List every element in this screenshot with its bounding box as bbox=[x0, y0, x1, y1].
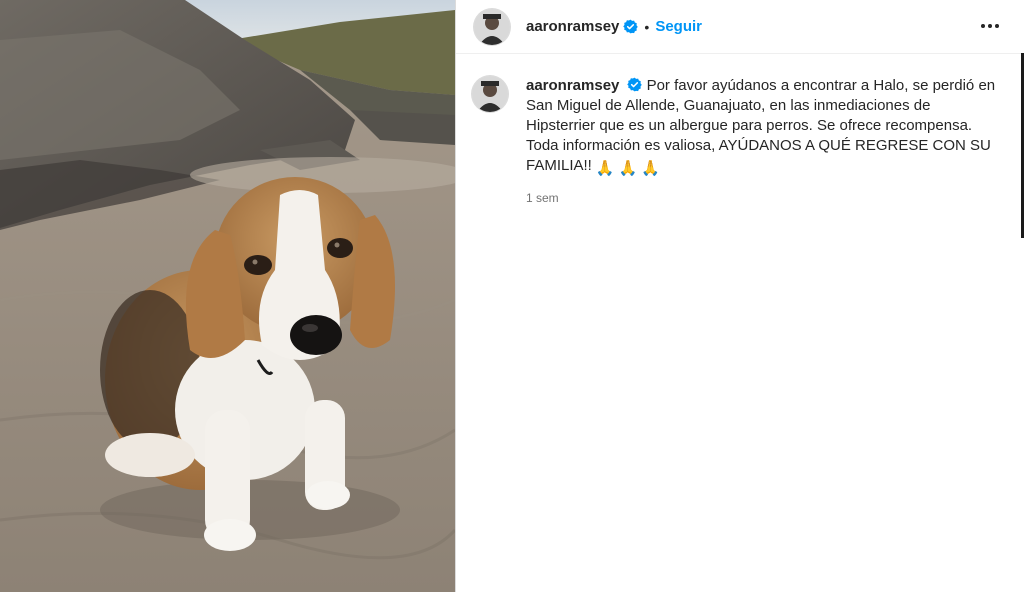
avatar[interactable] bbox=[474, 8, 510, 45]
caption-username[interactable]: aaronramsey bbox=[526, 77, 619, 94]
separator-dot: • bbox=[644, 18, 650, 35]
follow-button[interactable]: Seguir bbox=[655, 18, 702, 35]
praying-hands-emoji: 🙏 bbox=[641, 160, 660, 177]
post-photo[interactable] bbox=[0, 0, 455, 592]
header-username[interactable]: aaronramsey bbox=[526, 18, 619, 35]
caption-text: aaronramsey Por favor ayúdanos a encontr… bbox=[526, 76, 1002, 179]
post-timestamp[interactable]: 1 sem bbox=[526, 191, 1002, 205]
caption-body: aaronramsey Por favor ayúdanos a encontr… bbox=[526, 76, 1002, 205]
praying-hands-emoji: 🙏 bbox=[618, 160, 638, 177]
emoji-group: 🙏 🙏 🙏 bbox=[596, 159, 660, 179]
more-options-icon[interactable] bbox=[978, 16, 1002, 36]
verified-badge-icon bbox=[623, 19, 639, 34]
praying-hands-emoji: 🙏 bbox=[595, 160, 615, 177]
caption-row: aaronramsey Por favor ayúdanos a encontr… bbox=[472, 76, 1002, 205]
verified-badge-icon bbox=[627, 77, 643, 92]
caption-avatar[interactable] bbox=[472, 76, 508, 112]
post-header: aaronramsey • Seguir bbox=[456, 0, 1024, 54]
panel-divider bbox=[455, 0, 456, 592]
